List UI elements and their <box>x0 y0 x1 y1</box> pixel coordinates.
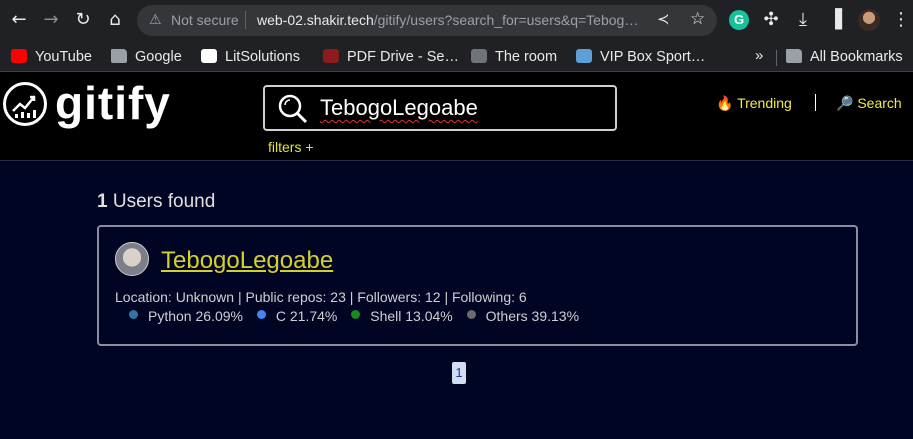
browser-toolbar: ← → ↻ ⌂ ⚠ Not secure web-02.shakir.tech/… <box>0 0 913 42</box>
bookmark-label: LitSolutions <box>225 49 300 65</box>
grammarly-extension-icon[interactable]: G <box>729 10 749 30</box>
bookmark-litsolutions[interactable]: LitSolutions <box>201 47 300 67</box>
bookmark-google[interactable]: Google <box>111 47 182 67</box>
language-dot-icon <box>466 310 476 319</box>
litsolutions-icon <box>201 49 217 63</box>
bookmark-vipbox[interactable]: VIP Box Sport… <box>576 47 705 67</box>
language-label: Shell 13.04% <box>370 308 453 324</box>
language-dot-icon <box>256 310 266 319</box>
user-profile-link[interactable]: TebogoLegoabe <box>161 247 333 275</box>
search-value[interactable]: TebogoLegoabe <box>320 95 478 121</box>
language-item: Python 26.09% <box>129 308 243 324</box>
bookmark-star-icon[interactable]: ☆ <box>690 9 705 29</box>
bookmark-label: PDF Drive - Se… <box>347 49 459 65</box>
bookmarks-overflow-button[interactable]: » <box>755 47 763 64</box>
bookmark-label: The room <box>495 49 558 65</box>
url-host: web-02.shakir.tech <box>257 12 374 28</box>
side-panel-icon[interactable]: ▐ <box>823 8 847 32</box>
url-text[interactable]: web-02.shakir.tech/gitify/users?search_f… <box>257 12 647 28</box>
filters-toggle[interactable]: filters + <box>268 139 314 155</box>
user-stats: Location: Unknown | Public repos: 23 | F… <box>115 289 527 305</box>
home-icon[interactable]: ⌂ <box>103 8 127 32</box>
pagination-page-1[interactable]: 1 <box>452 362 466 384</box>
bookmark-youtube[interactable]: YouTube <box>11 47 92 67</box>
not-secure-label[interactable]: Not secure <box>171 12 239 28</box>
folder-icon <box>786 49 802 63</box>
bookmarks-bar: YouTube Google LitSolutions PDF Drive - … <box>0 42 913 72</box>
site-header: gitify TebogoLegoabe filters + 🔥 Trendin… <box>0 72 913 161</box>
vipbox-icon <box>576 49 592 63</box>
results-label: Users found <box>107 191 216 212</box>
folder-icon <box>111 49 127 63</box>
all-bookmarks-label: All Bookmarks <box>810 49 903 65</box>
nav-trending-link[interactable]: 🔥 Trending <box>716 95 792 112</box>
nav-divider <box>815 94 816 111</box>
room-icon <box>471 49 487 63</box>
results-count: 1 Users found <box>97 191 215 213</box>
omnibox-divider <box>245 11 246 29</box>
download-icon[interactable]: ⤓ <box>791 8 815 32</box>
language-label: C 21.74% <box>275 308 338 324</box>
all-bookmarks[interactable]: All Bookmarks <box>786 47 903 67</box>
nav-search-link[interactable]: 🔎 Search <box>836 95 902 112</box>
forward-icon[interactable]: → <box>39 8 63 32</box>
language-item: C 21.74% <box>256 308 338 324</box>
menu-icon[interactable]: ⋮ <box>889 8 913 32</box>
bookmark-pdfdrive[interactable]: PDF Drive - Se… <box>323 47 459 67</box>
bookmark-the-room[interactable]: The room <box>471 47 557 67</box>
language-list: Python 26.09% C 21.74% Shell 13.04% Othe… <box>129 308 589 328</box>
url-path: /gitify/users?search_for=users&q=Tebog… <box>373 12 639 28</box>
search-icon <box>278 94 308 124</box>
language-item: Shell 13.04% <box>351 308 453 324</box>
language-label: Python 26.09% <box>148 308 243 324</box>
share-icon[interactable]: ≺ <box>657 10 670 28</box>
profile-avatar[interactable] <box>858 9 880 31</box>
bookmark-label: Google <box>135 49 182 65</box>
extensions-icon[interactable]: ✣ <box>759 8 783 32</box>
language-dot-icon <box>129 310 138 319</box>
language-label: Others 39.13% <box>485 308 580 324</box>
chart-logo-icon[interactable] <box>3 82 47 126</box>
reload-icon[interactable]: ↻ <box>71 8 95 32</box>
search-input[interactable]: TebogoLegoabe <box>263 85 617 131</box>
warning-icon: ⚠ <box>149 12 162 28</box>
pdfdrive-icon <box>323 49 339 63</box>
youtube-icon <box>11 49 27 63</box>
back-icon[interactable]: ← <box>7 8 31 32</box>
user-card: TebogoLegoabe Location: Unknown | Public… <box>97 225 858 346</box>
bookmarks-divider <box>776 50 777 66</box>
results-number: 1 <box>97 191 108 212</box>
avatar[interactable] <box>115 242 149 276</box>
bookmark-label: YouTube <box>35 49 92 65</box>
language-item: Others 39.13% <box>466 308 580 324</box>
address-bar[interactable]: ⚠ Not secure web-02.shakir.tech/gitify/u… <box>137 5 717 36</box>
language-dot-icon <box>351 310 361 319</box>
site-logo[interactable]: gitify <box>55 76 171 130</box>
bookmark-label: VIP Box Sport… <box>600 49 706 65</box>
